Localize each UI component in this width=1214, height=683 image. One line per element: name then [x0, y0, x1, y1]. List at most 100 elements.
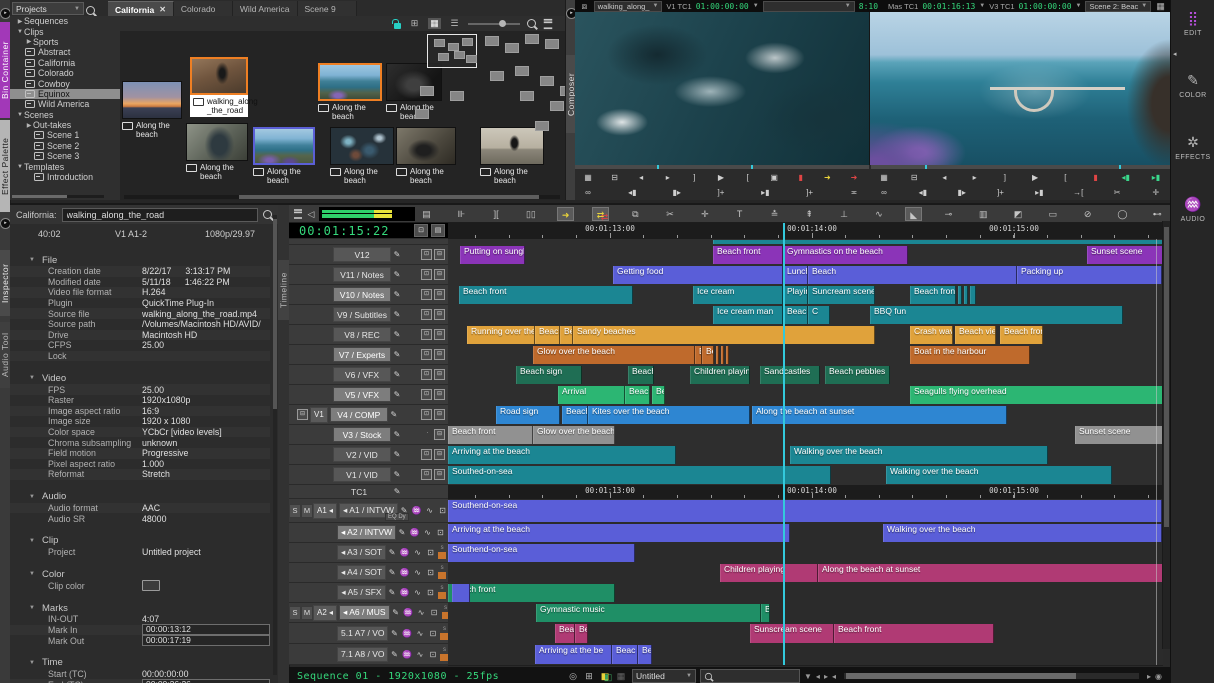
track-header-A8 / VO[interactable]: 7.1 A8 / VO✎♒∿⊡s — [289, 644, 448, 665]
transport-button[interactable]: ▶ — [1028, 173, 1042, 182]
pencil-icon[interactable]: ✎ — [391, 250, 403, 259]
timeline-clip[interactable]: Be — [638, 645, 652, 664]
transport-button[interactable]: [ — [741, 173, 755, 182]
timeline-clip[interactable]: Arrival — [558, 386, 625, 404]
eq-curve-icon[interactable]: ∿ — [421, 528, 434, 537]
bin-search-icon[interactable] — [527, 19, 536, 28]
pencil-icon[interactable]: ✎ — [391, 270, 403, 279]
track-lane-V5 / VFX[interactable]: ArrivalBeachBeSeagulls flying overhead — [448, 385, 1163, 406]
pencil-icon[interactable]: ✎ — [391, 370, 403, 379]
bin-clip-thumbnail[interactable]: walking_along _the_road — [190, 57, 248, 117]
pencil-icon[interactable]: ✎ — [391, 310, 403, 319]
tree-item-cowboy[interactable]: Cowboy — [10, 78, 120, 88]
track-monitor-icon[interactable]: ⊟ — [434, 389, 445, 400]
grid-view-icon[interactable]: ▦ — [428, 18, 441, 29]
timeline-clip[interactable]: C — [808, 306, 830, 324]
track-name-button[interactable]: ◂ A2 / INTVW — [337, 525, 396, 540]
eq-curve-icon[interactable]: ∿ — [411, 588, 424, 597]
triangle-expanded-icon[interactable]: ▼ — [28, 375, 36, 381]
track-monitor-icon[interactable]: ⊡ — [421, 469, 432, 480]
grid-icon[interactable]: ▦ — [1155, 1, 1166, 12]
scene-dropdown[interactable]: Scene 2: Beac ▼ — [1085, 1, 1151, 12]
bottom-bar-icon[interactable]: ▦ — [614, 671, 628, 682]
transport-button[interactable]: ∞ — [581, 188, 595, 197]
mini-mute-button[interactable] — [438, 572, 446, 579]
track-monitor-icon[interactable]: ⊡ — [421, 309, 432, 320]
timeline-clip[interactable] — [452, 584, 470, 602]
track-header-A5 / SFX[interactable]: ◂ A5 / SFX✎♒∿⊡s — [289, 583, 448, 603]
timeline-clip[interactable] — [958, 286, 962, 304]
transport-button[interactable]: ▮▸ — [670, 188, 684, 197]
transport-button[interactable]: ▮ — [794, 173, 808, 182]
track-header-V4 / COMP[interactable]: ⊟V1V4 / COMP✎⊡⊟ — [289, 405, 448, 425]
scattered-thumb[interactable] — [535, 121, 549, 131]
waveform-icon[interactable]: ♒ — [400, 629, 413, 638]
triangle-expanded-icon[interactable]: ▼ — [28, 660, 36, 666]
timeline-clip[interactable]: Children playing — [690, 366, 750, 384]
tc-option-button[interactable]: ⊡ — [414, 224, 428, 237]
timeline-tool-icon[interactable]: ⊷ — [1149, 207, 1166, 221]
scattered-thumb[interactable] — [415, 109, 429, 119]
track-lane-A7 / VO[interactable]: BeacBeSunscream sceneBeach front — [448, 623, 1163, 645]
pencil-icon[interactable]: ✎ — [391, 430, 403, 439]
transport-button[interactable]: ◂▮ — [916, 188, 930, 197]
track-name-button[interactable]: ◂ A3 / SOT — [337, 545, 386, 560]
pencil-icon[interactable]: ✎ — [386, 568, 398, 577]
track-lane-A8 / VO[interactable]: Arriving at the beBeacBe — [448, 644, 1163, 666]
track-lane-V10 / Notes[interactable]: Beach frontIce creamPlayingSuncream scen… — [448, 285, 1163, 306]
triangle-expanded-icon[interactable]: ▼ — [28, 571, 36, 577]
track-monitor-icon[interactable]: ⊡ — [421, 389, 432, 400]
bin-tab-california[interactable]: California✕ — [108, 1, 174, 17]
track-lane-V8 / REC[interactable]: Running over the sBeachBeSandy beachesCr… — [448, 325, 1163, 346]
scattered-thumb[interactable] — [485, 36, 499, 46]
bin-clip-thumbnail[interactable]: Along the beach — [480, 127, 544, 185]
triangle-expanded-icon[interactable]: ▼ — [28, 494, 36, 500]
tree-item-colorado[interactable]: Colorado — [10, 68, 120, 78]
timeline-clip[interactable]: Beach front — [713, 246, 783, 264]
monitor-icon[interactable]: ⊟ — [297, 409, 308, 420]
tab-bin-container[interactable]: Bin Container — [0, 22, 10, 118]
transport-button[interactable]: ▶ — [714, 173, 728, 182]
track-lane-A5 / SFX[interactable]: Beach front — [448, 583, 1163, 604]
solo-button[interactable]: S — [289, 504, 301, 518]
record-position-bar[interactable] — [871, 165, 1170, 169]
timeline-clip[interactable]: Arriving at the be — [535, 645, 612, 664]
track-monitor-icon[interactable]: ⊡ — [421, 269, 432, 280]
transport-button[interactable]: ◂ — [937, 173, 951, 182]
transport-button[interactable]: ✛ — [1149, 188, 1163, 197]
timeline-clip[interactable]: Beach front — [448, 426, 533, 444]
track-lane-A3 / SOT[interactable]: Southend-on-sea — [448, 543, 1163, 564]
track-name-button[interactable]: V3 / Stock — [333, 427, 391, 442]
timeline-clip[interactable]: Beach front — [448, 584, 615, 602]
pencil-icon[interactable]: ✎ — [391, 290, 403, 299]
timeline-clip[interactable]: Beach front — [1000, 326, 1043, 344]
track-monitor-icon[interactable]: ⊟ — [434, 469, 445, 480]
timeline-clip[interactable]: Sunset scene — [1087, 246, 1164, 264]
timeline-clip[interactable]: Beach — [562, 406, 588, 424]
track-name-button[interactable]: V7 / Experts — [333, 347, 391, 362]
timeline-menu-icon[interactable] — [294, 209, 302, 219]
timeline-clip[interactable]: Beach pebbles — [825, 366, 890, 384]
transport-button[interactable]: ▸▮ — [758, 188, 772, 197]
track-monitor-icon[interactable]: ⊡ — [421, 249, 432, 260]
timeline-clip[interactable]: Be — [560, 326, 573, 344]
timeline-clip[interactable] — [964, 286, 968, 304]
list-view-icon[interactable]: ☰ — [448, 18, 461, 29]
monitor-menu-icon[interactable]: ⧈ — [579, 1, 590, 12]
waveform-icon[interactable]: ♒ — [402, 608, 415, 617]
transport-button[interactable]: ✂ — [1110, 188, 1124, 197]
triangle-collapsed-icon[interactable]: ▶ — [16, 18, 24, 25]
transport-button[interactable]: →[ — [1071, 188, 1085, 197]
tree-item-abstract[interactable]: Abstract — [10, 47, 120, 57]
mute-button[interactable]: M — [301, 504, 313, 518]
timeline-clip[interactable]: Southed-on-sea — [448, 466, 831, 484]
timeline-clip[interactable]: B — [695, 346, 702, 364]
timeline-top-ruler[interactable]: 00:01:13:0000:01:14:0000:01:15:00 — [448, 223, 1163, 240]
tab-effect-palette[interactable]: Effect Palette — [0, 120, 10, 212]
transport-button[interactable]: ] — [998, 173, 1012, 182]
bin-tab-scene-9[interactable]: Scene 9 — [298, 1, 357, 16]
transport-button[interactable]: ▸▮ — [1032, 188, 1046, 197]
track-monitor-icon[interactable]: ⊡ — [421, 329, 432, 340]
track-name-button[interactable]: V4 / COMP — [330, 407, 388, 422]
timeline-clip[interactable]: Seagulls flying overhead — [910, 386, 1165, 404]
